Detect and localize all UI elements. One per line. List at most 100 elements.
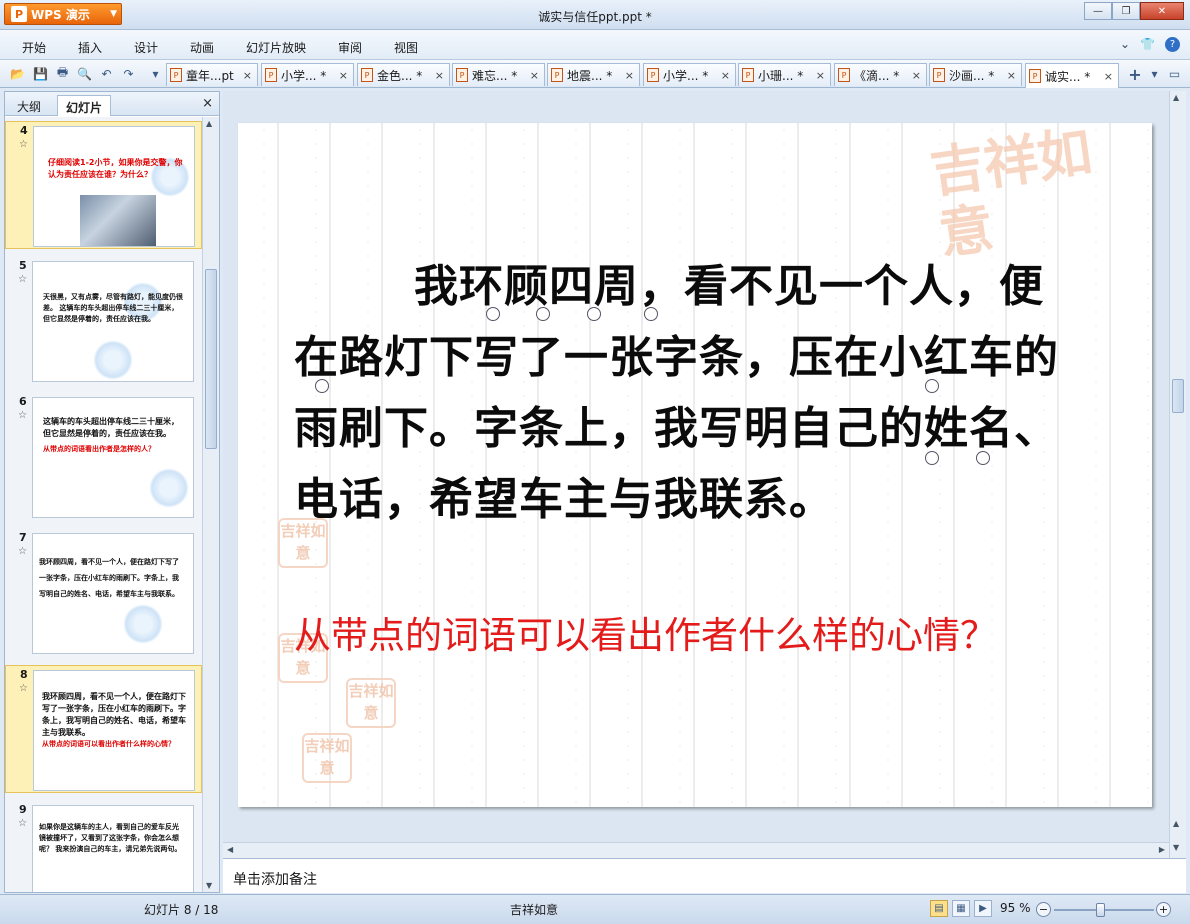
zoom-slider-handle[interactable] [1096,903,1105,917]
slide-body-text[interactable]: 我环顾四周，看不见一个人，便在路灯下写了一张字条，压在小红车的雨刷下。字条上，我… [294,251,1064,535]
flower-decoration [149,468,189,508]
doc-tab[interactable]: P 小学... * × [643,63,736,86]
doc-tab[interactable]: P 小珊... * × [738,63,831,86]
thumbnail-text: 我环顾四周，看不见一个人，便在路灯下写了一张字条，压在小红车的雨刷下。字条上，我… [42,691,186,749]
window-controls: — ❐ ✕ [1084,2,1184,20]
zoom-in-icon[interactable]: + [1156,902,1171,917]
print-preview-icon[interactable]: 🔍 [76,65,93,82]
normal-view-icon[interactable]: ▤ [930,900,948,917]
thumbnail-scrollbar[interactable]: ▲ ▼ [202,117,219,892]
scroll-up-icon[interactable]: ▲ [206,119,212,128]
close-icon[interactable]: × [1104,70,1113,83]
menu-item-design[interactable]: 设计 [134,39,158,56]
emphasis-dot [925,379,939,393]
menu-item-insert[interactable]: 插入 [78,39,102,56]
next-slide-icon[interactable]: ▼ [1173,843,1179,852]
zoom-level[interactable]: 95 % [1000,901,1031,915]
document-title: 诚实与信任ppt.ppt * [538,10,652,24]
close-icon[interactable]: × [816,69,825,82]
thumbnail-text: 如果你是这辆车的主人，看到自己的爱车反光镜被撞坏了，又看到了这张字条，你会怎么想… [39,823,182,853]
title-bar: P WPS 演示 ▼ 诚实与信任ppt.ppt * — ❐ ✕ [0,0,1190,30]
skin-icon[interactable]: 👕 [1140,37,1155,52]
animation-star-icon: ☆ [18,410,27,421]
scrollbar-thumb[interactable] [1172,379,1184,413]
slideshow-view-icon[interactable]: ▶ [974,900,992,917]
doc-tab[interactable]: P 难忘... * × [452,63,545,86]
thumbnail-question: 从带点的词语看出作者是怎样的人？ [43,445,155,453]
collapse-ribbon-icon[interactable]: ⌄ [1120,37,1130,52]
close-icon[interactable]: × [721,69,730,82]
previous-slide-icon[interactable]: ▲ [1173,819,1179,828]
slide-thumbnail[interactable]: 6 ☆ 这辆车的车头超出停车线二三十厘米，但它显然是停着的，责任应该在我。 从带… [5,393,202,521]
open-folder-icon[interactable]: 📂 [9,65,26,82]
redo-icon[interactable]: ↷ [120,65,137,82]
doc-tab-label: 《滴... * [854,68,900,83]
scroll-down-icon[interactable]: ▼ [206,881,212,890]
doc-tab[interactable]: P 地震... * × [547,63,640,86]
doc-tab[interactable]: P 沙画... * × [929,63,1022,86]
help-icon[interactable]: ? [1165,37,1180,52]
ppt-file-icon: P [456,68,468,82]
menu-item-review[interactable]: 审阅 [338,39,362,56]
print-icon[interactable]: 🖶 [54,65,71,82]
doc-tab-active[interactable]: P 诚实... * × [1025,63,1119,88]
thumbnail-body: 这辆车的车头超出停车线二三十厘米，但它显然是停着的，责任应该在我。 [43,417,179,438]
doc-tab[interactable]: P 《滴... * × [834,63,927,86]
notes-pane[interactable]: 单击添加备注 [223,858,1186,893]
scroll-up-icon[interactable]: ▲ [1173,93,1179,102]
emphasis-dot [976,451,990,465]
close-icon[interactable]: × [530,69,539,82]
tab-slides[interactable]: 幻灯片 [57,95,112,116]
slide-canvas[interactable]: 吉祥如意 吉祥如意 吉祥如意 吉祥如意 吉祥如意 我环顾四周，看不见一个人，便在… [238,123,1152,807]
question-text[interactable]: 从带点的词语可以看出作者什么样的心情？ [294,610,1094,662]
editor-horizontal-scrollbar[interactable]: ◀ ▶ [223,842,1169,858]
close-icon[interactable]: × [912,69,921,82]
ppt-file-icon: P [647,68,659,82]
zoom-out-icon[interactable]: − [1036,902,1051,917]
close-icon[interactable]: × [1007,69,1016,82]
minimize-button[interactable]: — [1084,2,1112,20]
close-icon[interactable]: × [625,69,634,82]
ppt-file-icon: P [1029,69,1041,83]
slide-number: 4 [20,124,28,137]
status-bar: 幻灯片 8 / 18 吉祥如意 ▤ ▦ ▶ 95 % − + [0,894,1190,924]
scroll-right-icon[interactable]: ▶ [1159,845,1165,854]
undo-icon[interactable]: ↶ [98,65,115,82]
tab-layout-icon[interactable]: ▭ [1166,65,1183,82]
thumbnail-text: 天很黑，又有点雾，尽管有路灯，能见度仍很差。 这辆车的车头超出停车线二三十厘米，… [43,293,183,323]
doc-tab-label: 地震... * [567,68,613,83]
close-icon[interactable]: × [243,69,252,82]
thumbnail-image: 这辆车的车头超出停车线二三十厘米，但它显然是停着的，责任应该在我。 从带点的词语… [32,397,194,518]
scrollbar-thumb[interactable] [205,269,217,449]
doc-tab[interactable]: P 童年...pt × [166,63,258,86]
thumbnail-question: 从带点的词语可以看出作者什么样的心情？ [42,740,175,748]
scroll-left-icon[interactable]: ◀ [227,845,233,854]
slide-thumbnail[interactable]: 4 ☆ 仔细阅读1-2小节，如果你是交警，你认为责任应该在谁？为什么？ [5,121,202,249]
editor-vertical-scrollbar[interactable]: ▲ ▲ ▼ [1169,91,1186,858]
tab-list-icon[interactable]: ▾ [1146,65,1163,82]
toolbar-more-icon[interactable]: ▾ [147,65,164,82]
slide-number: 7 [19,531,27,544]
doc-tab[interactable]: P 金色... * × [357,63,450,86]
new-tab-button[interactable]: + [1124,65,1146,84]
menu-item-animation[interactable]: 动画 [190,39,214,56]
slide-thumbnail-selected[interactable]: 8 ☆ 我环顾四周，看不见一个人，便在路灯下写了一张字条，压在小红车的雨刷下。字… [5,665,202,793]
save-icon[interactable]: 💾 [32,65,49,82]
slide-thumbnail[interactable]: 9 ☆ 如果你是这辆车的主人，看到自己的爱车反光镜被撞坏了，又看到了这张字条，你… [5,801,202,892]
doc-tab-label: 小学... * [663,68,709,83]
sorter-view-icon[interactable]: ▦ [952,900,970,917]
close-icon[interactable]: × [339,69,348,82]
menu-item-slideshow[interactable]: 幻灯片放映 [246,39,306,56]
slide-thumbnail[interactable]: 5 ☆ 天很黑，又有点雾，尽管有路灯，能见度仍很差。 这辆车的车头超出停车线二三… [5,257,202,385]
slides-panel: 大纲 幻灯片 × 4 ☆ 仔细阅读1-2小节，如果你是交警，你认为责任应该在谁？… [4,91,220,893]
close-icon[interactable]: × [435,69,444,82]
close-icon[interactable]: × [202,96,213,111]
menu-item-home[interactable]: 开始 [22,39,46,56]
restore-button[interactable]: ❐ [1112,2,1140,20]
slide-thumbnail[interactable]: 7 ☆ 我环顾四周，看不见一个人，便在路灯下写了一张字条，压在小红车的雨刷下。字… [5,529,202,657]
doc-tab[interactable]: P 小学... * × [261,63,354,86]
close-window-button[interactable]: ✕ [1140,2,1184,20]
thumbnail-image: 如果你是这辆车的主人，看到自己的爱车反光镜被撞坏了，又看到了这张字条，你会怎么想… [32,805,194,892]
menu-item-view[interactable]: 视图 [394,39,418,56]
tab-outline[interactable]: 大纲 [9,95,49,116]
